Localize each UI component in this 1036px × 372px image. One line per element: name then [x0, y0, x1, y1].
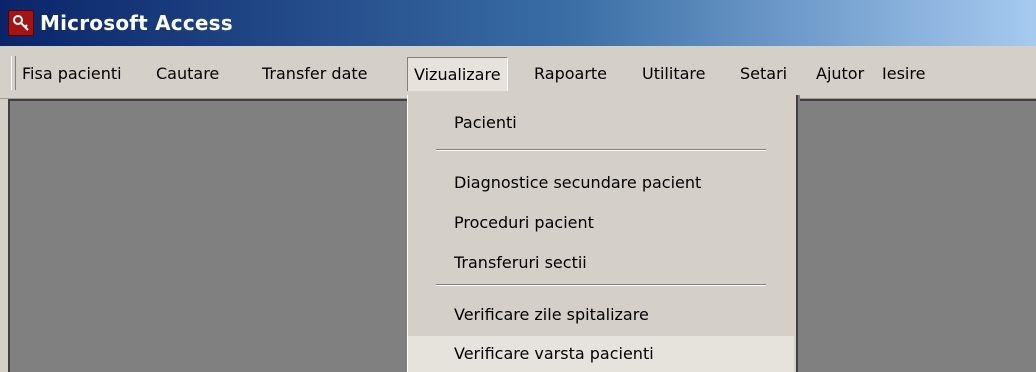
menu-item-pacienti[interactable]: Pacienti: [408, 105, 794, 141]
access-key-icon[interactable]: [8, 10, 34, 36]
menu-item-verificare-zile[interactable]: Verificare zile spitalizare: [408, 297, 794, 333]
menu-separator: [436, 284, 766, 286]
menu-bar: Fisa pacienti Cautare Transfer date Vizu…: [0, 46, 1036, 99]
menu-vizualizare[interactable]: Vizualizare: [407, 57, 508, 91]
menu-cautare[interactable]: Cautare: [150, 57, 225, 91]
window-title: Microsoft Access: [40, 11, 233, 35]
vizualizare-dropdown-menu: Pacienti Diagnostice secundare pacient P…: [407, 95, 798, 372]
menu-separator: [436, 149, 766, 151]
menu-ajutor[interactable]: Ajutor: [810, 57, 870, 91]
menu-fisa-pacienti[interactable]: Fisa pacienti: [16, 57, 128, 91]
menu-item-verificare-varsta[interactable]: Verificare varsta pacienti: [408, 336, 794, 372]
title-bar[interactable]: Microsoft Access: [0, 0, 1036, 46]
menu-rapoarte[interactable]: Rapoarte: [528, 57, 613, 91]
menu-transfer-date[interactable]: Transfer date: [256, 57, 374, 91]
menu-iesire[interactable]: Iesire: [876, 57, 931, 91]
menu-item-diagnostice-secundare[interactable]: Diagnostice secundare pacient: [408, 165, 794, 201]
menu-setari[interactable]: Setari: [734, 57, 793, 91]
menu-utilitare[interactable]: Utilitare: [636, 57, 711, 91]
menu-item-proceduri-pacient[interactable]: Proceduri pacient: [408, 205, 794, 241]
menu-item-transferuri-sectii[interactable]: Transferuri sectii: [408, 245, 794, 281]
